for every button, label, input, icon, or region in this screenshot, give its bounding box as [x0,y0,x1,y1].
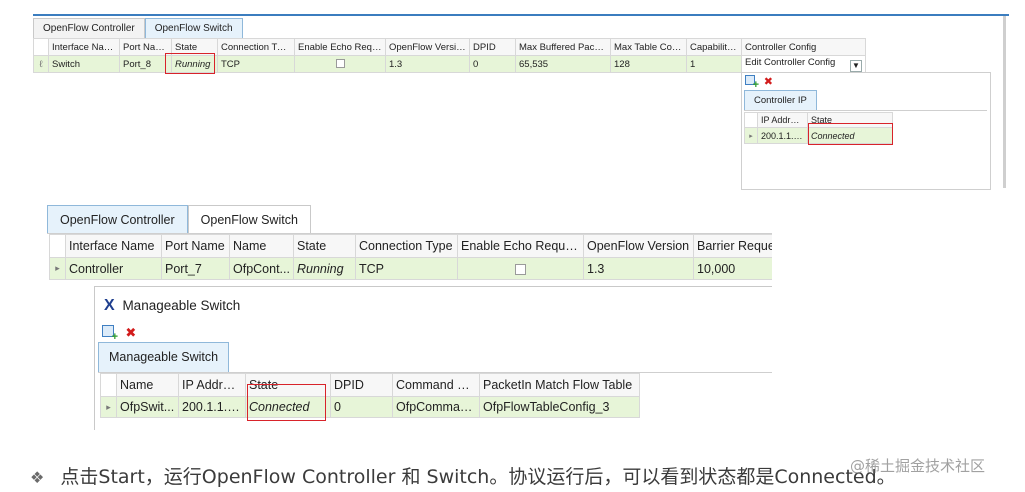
cell-port-name[interactable]: Port_8 [119,55,172,73]
cell-name[interactable]: OfpSwit... [116,396,179,418]
col-name[interactable]: Name [229,234,294,258]
col-max-table-count[interactable]: Max Table Count [610,38,687,56]
col-dpid[interactable]: DPID [469,38,516,56]
app-logo-icon: X [104,297,115,314]
cell-ip-address[interactable]: 200.1.1.200 [757,127,808,144]
cell-capabilities[interactable]: 1 [686,55,742,73]
row-header-corner [100,373,117,397]
vertical-scrollbar[interactable] [1003,16,1006,188]
cell-ip-address[interactable]: 200.1.1.100 [178,396,246,418]
cell-state[interactable]: Running [293,257,356,280]
highlight-running-top [165,53,215,74]
col-packetin-match-flow-table[interactable]: PacketIn Match Flow Table [479,373,640,397]
col-ip-address[interactable]: IP Address [178,373,246,397]
row-header-corner [744,112,758,128]
tab-openflow-switch[interactable]: OpenFlow Switch [187,205,311,234]
switch-grid: Interface Name Port Name State Connectio… [33,38,866,73]
col-openflow-version[interactable]: OpenFlow Version [583,234,694,258]
col-port-name[interactable]: Port Name [161,234,230,258]
cell-openflow-version[interactable]: 1.3 [583,257,694,280]
cell-dpid[interactable]: 0 [469,55,516,73]
row-header-corner [49,234,66,258]
caption: ❖ 点击Start，运行OpenFlow Controller 和 Switch… [30,462,896,489]
cell-name[interactable]: OfpCont... [229,257,294,280]
bottom-tab-strip: OpenFlow Controller OpenFlow Switch [47,205,311,234]
subpanel-tab-strip: Controller IP [744,90,817,110]
cell-connection-type[interactable]: TCP [355,257,458,280]
controller-ip-subpanel: ✖ Controller IP IP Address State ▸ 200.1… [741,72,991,190]
table-row[interactable]: ℓ Switch Port_8 Running TCP 1.3 0 65,535… [33,55,866,73]
col-name[interactable]: Name [116,373,179,397]
add-row-icon[interactable] [745,75,759,91]
col-barrier-request[interactable]: Barrier Reques [693,234,772,258]
col-state[interactable]: State [293,234,356,258]
col-connection-type[interactable]: Connection Type [355,234,458,258]
watermark: @稀土掘金技术社区 [850,457,986,475]
highlight-connected-bottom [247,384,326,421]
manageable-switch-dialog: X Manageable Switch ✖ Manageable Switch … [94,286,772,430]
col-port-name[interactable]: Port Name [119,38,172,56]
row-edit-marker: ℓ [33,55,49,73]
echo-request-checkbox[interactable] [515,263,526,275]
col-capabilities[interactable]: Capabilities [686,38,742,56]
cell-max-table-count[interactable]: 128 [610,55,687,73]
dialog-title-bar: X Manageable Switch [104,297,240,315]
top-screenshot-panel: OpenFlow Controller OpenFlow Switch Inte… [33,14,1009,190]
cell-port-name[interactable]: Port_7 [161,257,230,280]
row-header-corner [33,38,49,56]
delete-row-icon[interactable]: ✖ [125,325,136,340]
cell-packetin-match-flow-table[interactable]: OfpFlowTableConfig_3 [479,396,640,418]
col-max-buffered-packets[interactable]: Max Buffered Packets [515,38,611,56]
col-enable-echo-request[interactable]: Enable Echo Request [457,234,584,258]
tab-openflow-switch[interactable]: OpenFlow Switch [144,18,243,38]
echo-request-checkbox[interactable] [335,59,345,69]
cell-connection-type[interactable]: TCP [217,55,295,73]
col-interface-name[interactable]: Interface Name [65,234,162,258]
controller-config-value: Edit Controller Config [745,56,836,68]
add-row-icon[interactable] [102,325,118,343]
subpanel-toolbar: ✖ [745,75,773,91]
row-expand-icon[interactable]: ▸ [49,257,66,280]
cell-barrier-request[interactable]: 10,000 [693,257,772,280]
tab-manageable-switch[interactable]: Manageable Switch [98,342,230,372]
cell-enable-echo-request[interactable] [457,257,584,280]
col-dpid[interactable]: DPID [330,373,393,397]
subpanel-tab-rule [744,110,987,111]
cell-dpid[interactable]: 0 [330,396,393,418]
row-expand-icon[interactable]: ▸ [744,127,758,144]
tab-openflow-controller[interactable]: OpenFlow Controller [33,18,145,38]
dialog-toolbar: ✖ [102,325,136,343]
col-ip-address[interactable]: IP Address [757,112,808,128]
cell-interface-name[interactable]: Switch [48,55,120,73]
col-enable-echo-request[interactable]: Enable Echo Request [294,38,386,56]
caption-text: 点击Start，运行OpenFlow Controller 和 Switch。协… [60,466,896,488]
col-connection-type[interactable]: Connection Type [217,38,295,56]
top-tab-strip: OpenFlow Controller OpenFlow Switch [33,18,243,38]
col-controller-config[interactable]: Controller Config [741,38,866,56]
manageable-switch-grid: Name IP Address State DPID Command List … [100,373,640,418]
cell-openflow-version[interactable]: 1.3 [385,55,470,73]
col-openflow-version[interactable]: OpenFlow Version [385,38,470,56]
bottom-screenshot-panel: OpenFlow Controller OpenFlow Switch Inte… [39,203,772,430]
cell-interface-name[interactable]: Controller [65,257,162,280]
dialog-tab-strip: Manageable Switch [98,342,230,372]
highlight-connected-top [808,123,893,145]
col-command-list[interactable]: Command List [392,373,480,397]
bullet-icon: ❖ [30,468,45,487]
table-row[interactable]: ▸ OfpSwit... 200.1.1.100 Connected 0 Ofp… [100,396,640,418]
chevron-down-icon[interactable]: ▼ [850,59,862,72]
cell-command-list[interactable]: OfpComman... [392,396,480,418]
col-interface-name[interactable]: Interface Name [48,38,120,56]
tab-controller-ip[interactable]: Controller IP [744,90,817,110]
table-row[interactable]: ▸ Controller Port_7 OfpCont... Running T… [49,257,772,280]
delete-row-icon[interactable]: ✖ [764,76,773,88]
switch-grid-header: Interface Name Port Name State Connectio… [33,38,866,56]
row-expand-icon[interactable]: ▸ [100,396,117,418]
controller-config-dropdown[interactable]: Edit Controller Config ▼ [741,55,866,73]
tab-openflow-controller[interactable]: OpenFlow Controller [47,205,188,234]
cell-enable-echo-request[interactable] [294,55,386,73]
dialog-title: Manageable Switch [122,298,241,313]
cell-max-buffered-packets[interactable]: 65,535 [515,55,611,73]
controller-grid: Interface Name Port Name Name State Conn… [49,234,772,280]
